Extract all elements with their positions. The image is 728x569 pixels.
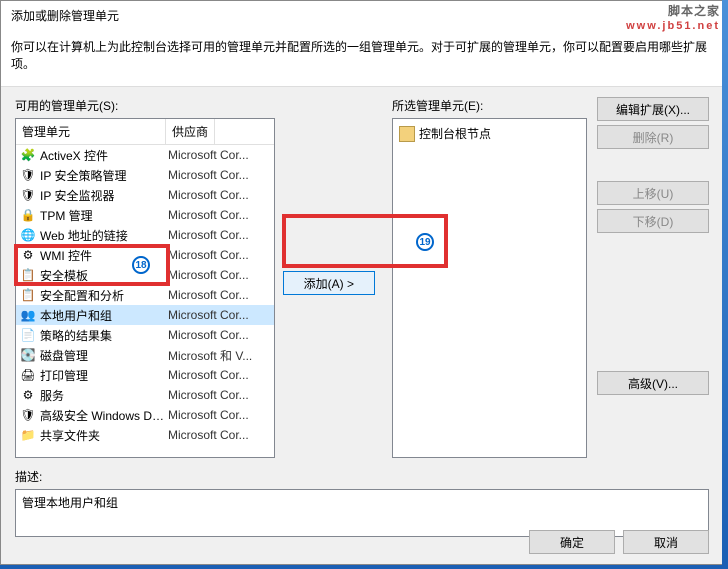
snapin-vendor: Microsoft Cor... [168, 228, 249, 242]
edit-extensions-button[interactable]: 编辑扩展(X)... [597, 97, 709, 121]
snapin-name: 安全配置和分析 [40, 287, 168, 304]
snapin-vendor: Microsoft Cor... [168, 148, 249, 162]
dialog-description: 你可以在计算机上为此控制台选择可用的管理单元并配置所选的一组管理单元。对于可扩展… [1, 30, 723, 87]
snapin-icon: 💽 [20, 347, 36, 363]
available-listbox[interactable]: 管理单元 供应商 🧩ActiveX 控件Microsoft Cor...🛡IP … [15, 118, 275, 458]
selected-listbox[interactable]: 控制台根节点 [392, 118, 587, 458]
list-item[interactable]: 🛡IP 安全策略管理Microsoft Cor... [16, 165, 274, 185]
snapin-name: TPM 管理 [40, 207, 168, 224]
snapin-icon: 🌐 [20, 227, 36, 243]
snapin-icon: 📋 [20, 287, 36, 303]
snapin-icon: 🖨 [20, 367, 36, 383]
snapin-name: ActiveX 控件 [40, 147, 168, 164]
snapin-name: IP 安全监视器 [40, 187, 168, 204]
desktop-edge [722, 0, 728, 565]
list-item[interactable]: ⚙服务Microsoft Cor... [16, 385, 274, 405]
list-item[interactable]: 🌐Web 地址的链接Microsoft Cor... [16, 225, 274, 245]
snapin-icon: 🛡 [20, 407, 36, 423]
snapin-vendor: Microsoft Cor... [168, 208, 249, 222]
snapin-dialog: 添加或删除管理单元 你可以在计算机上为此控制台选择可用的管理单元并配置所选的一组… [0, 0, 724, 565]
snapin-name: 服务 [40, 387, 168, 404]
snapin-icon: 👥 [20, 307, 36, 323]
snapin-name: WMI 控件 [40, 247, 168, 264]
snapin-name: 策略的结果集 [40, 327, 168, 344]
available-header: 管理单元 供应商 [16, 119, 274, 145]
snapin-vendor: Microsoft Cor... [168, 268, 249, 282]
list-item[interactable]: 💽磁盘管理Microsoft 和 V... [16, 345, 274, 365]
move-up-button[interactable]: 上移(U) [597, 181, 709, 205]
list-item[interactable]: 📄策略的结果集Microsoft Cor... [16, 325, 274, 345]
cancel-button[interactable]: 取消 [623, 530, 709, 554]
snapin-name: 打印管理 [40, 367, 168, 384]
list-item[interactable]: 🔒TPM 管理Microsoft Cor... [16, 205, 274, 225]
snapin-icon: ⚙ [20, 247, 36, 263]
snapin-vendor: Microsoft Cor... [168, 328, 249, 342]
snapin-icon: 🛡 [20, 167, 36, 183]
description-section: 描述: 管理本地用户和组 [15, 468, 709, 537]
list-item[interactable]: 📋安全配置和分析Microsoft Cor... [16, 285, 274, 305]
col-snapin[interactable]: 管理单元 [16, 119, 166, 144]
snapin-vendor: Microsoft Cor... [168, 248, 249, 262]
snapin-name: 共享文件夹 [40, 427, 168, 444]
selected-label: 所选管理单元(E): [392, 97, 587, 114]
snapin-icon: 📋 [20, 267, 36, 283]
selected-column: 所选管理单元(E): 控制台根节点 编辑扩展(X)... 删除(R) 上移(U)… [392, 97, 709, 458]
snapin-vendor: Microsoft Cor... [168, 188, 249, 202]
snapin-vendor: Microsoft Cor... [168, 288, 249, 302]
list-item[interactable]: ⚙WMI 控件Microsoft Cor... [16, 245, 274, 265]
add-button[interactable]: 添加(A) > [283, 271, 375, 295]
dialog-body: 可用的管理单元(S): 管理单元 供应商 🧩ActiveX 控件Microsof… [1, 87, 723, 468]
snapin-name: IP 安全策略管理 [40, 167, 168, 184]
available-column: 可用的管理单元(S): 管理单元 供应商 🧩ActiveX 控件Microsof… [15, 97, 275, 458]
description-label: 描述: [15, 468, 709, 485]
snapin-vendor: Microsoft Cor... [168, 408, 249, 422]
list-item[interactable]: 📁共享文件夹Microsoft Cor... [16, 425, 274, 445]
available-rows[interactable]: 🧩ActiveX 控件Microsoft Cor...🛡IP 安全策略管理Mic… [16, 145, 274, 458]
taskbar-edge [0, 565, 728, 569]
col-vendor[interactable]: 供应商 [166, 119, 215, 144]
snapin-vendor: Microsoft Cor... [168, 388, 249, 402]
dialog-title: 添加或删除管理单元 [1, 1, 723, 30]
dialog-footer: 确定 取消 [529, 530, 709, 554]
move-down-button[interactable]: 下移(D) [597, 209, 709, 233]
list-item[interactable]: 🛡IP 安全监视器Microsoft Cor... [16, 185, 274, 205]
snapin-name: 本地用户和组 [40, 307, 168, 324]
snapin-name: 高级安全 Windows De... [40, 407, 168, 424]
snapin-icon: 📄 [20, 327, 36, 343]
snapin-vendor: Microsoft Cor... [168, 428, 249, 442]
snapin-icon: 🔒 [20, 207, 36, 223]
snapin-vendor: Microsoft 和 V... [168, 347, 252, 364]
ok-button[interactable]: 确定 [529, 530, 615, 554]
tree-root-label: 控制台根节点 [419, 125, 491, 142]
snapin-vendor: Microsoft Cor... [168, 368, 249, 382]
folder-icon [399, 126, 415, 142]
snapin-vendor: Microsoft Cor... [168, 308, 249, 322]
list-item[interactable]: 🛡高级安全 Windows De...Microsoft Cor... [16, 405, 274, 425]
snapin-name: Web 地址的链接 [40, 227, 168, 244]
middle-column: 添加(A) > [283, 97, 384, 458]
tree-root-item[interactable]: 控制台根节点 [397, 123, 582, 144]
remove-button[interactable]: 删除(R) [597, 125, 709, 149]
list-item[interactable]: 👥本地用户和组Microsoft Cor... [16, 305, 274, 325]
snapin-vendor: Microsoft Cor... [168, 168, 249, 182]
advanced-button[interactable]: 高级(V)... [597, 371, 709, 395]
list-item[interactable]: 🧩ActiveX 控件Microsoft Cor... [16, 145, 274, 165]
list-item[interactable]: 🖨打印管理Microsoft Cor... [16, 365, 274, 385]
list-item[interactable]: 📋安全模板Microsoft Cor... [16, 265, 274, 285]
snapin-icon: ⚙ [20, 387, 36, 403]
snapin-icon: 🧩 [20, 147, 36, 163]
snapin-icon: 📁 [20, 427, 36, 443]
snapin-name: 安全模板 [40, 267, 168, 284]
action-buttons: 编辑扩展(X)... 删除(R) 上移(U) 下移(D) 高级(V)... [597, 97, 709, 458]
available-label: 可用的管理单元(S): [15, 97, 275, 114]
snapin-name: 磁盘管理 [40, 347, 168, 364]
snapin-icon: 🛡 [20, 187, 36, 203]
